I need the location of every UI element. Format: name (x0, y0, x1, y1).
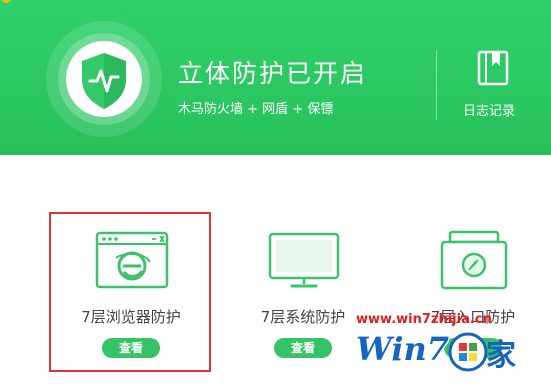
entry-icon (440, 230, 508, 290)
protection-header: 立体防护已开启 木马防火墙 + 网盾 + 保镖 日志记录 (0, 0, 551, 155)
watermark-logo-text: Win7 (356, 330, 450, 368)
shield-icon (46, 21, 162, 137)
protection-status-title: 立体防护已开启 (178, 59, 368, 88)
protection-components: 木马防火墙 + 网盾 + 保镖 (178, 102, 334, 117)
monitor-icon (268, 232, 340, 288)
app-logo-icon (1, 0, 11, 3)
log-records-label: 日志记录 (463, 104, 516, 119)
view-system-button[interactable]: 查看 (274, 338, 332, 358)
windows-flag-icon (448, 332, 488, 372)
log-book-icon (477, 50, 509, 86)
watermark-logo-cn: 家 (486, 338, 516, 373)
header-divider (436, 50, 437, 120)
log-records-button[interactable]: 日志记录 (455, 48, 535, 128)
highlight-box (49, 212, 211, 372)
watermark-logo: Win7 家 (356, 328, 531, 378)
watermark-url: www.win7zhijia.cn (356, 312, 492, 327)
